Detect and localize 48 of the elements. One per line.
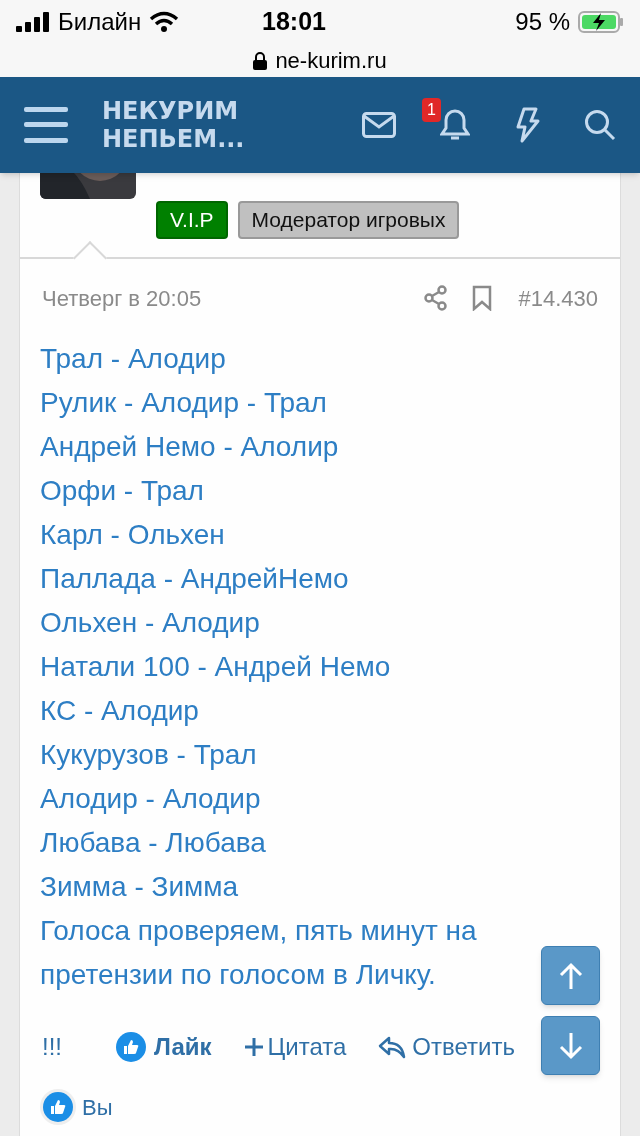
post-text-line: Любава - Любава — [40, 826, 267, 860]
post-text-line: Голоса проверяем, пять минут на претензии по голосом в Личку. — [40, 914, 478, 992]
lock-icon — [253, 51, 268, 70]
battery-charging-icon — [578, 11, 624, 33]
post-number[interactable]: #14.430 — [518, 281, 598, 315]
user-badge: V.I.P — [156, 201, 228, 239]
notification-count: 1 — [422, 98, 441, 122]
post-text-line: Орфи - Трал — [40, 474, 205, 508]
search-icon[interactable] — [584, 109, 616, 141]
like-button[interactable]: Лайк — [116, 1029, 212, 1065]
scroll-up-button[interactable] — [541, 946, 600, 1005]
thumbs-up-icon — [40, 1089, 76, 1125]
post-text-line: Зимма - Зимма — [40, 870, 240, 904]
share-icon[interactable] — [424, 285, 449, 311]
post-text-line: Карл - Ольхен — [40, 518, 226, 552]
post-text-line: Ольхен - Алодир — [40, 606, 261, 640]
post-text-line: КС - Алодир — [40, 694, 200, 728]
mail-icon[interactable] — [362, 112, 396, 138]
site-logo[interactable]: НЕКУРИМ НЕПЬЕМ... — [102, 97, 245, 153]
reaction-users[interactable]: Вы — [82, 1090, 113, 1124]
clock-time: 18:01 — [262, 6, 326, 38]
arrow-down-icon — [558, 1031, 583, 1060]
user-badge: Модератор игровых — [237, 201, 460, 239]
signal-icon — [16, 12, 50, 32]
post-text-line: Кукурузов - Трал — [40, 738, 258, 772]
post-text-line: Паллада - АндрейНемо — [40, 562, 350, 596]
thumbs-up-icon — [116, 1032, 146, 1062]
battery-percent: 95 % — [515, 7, 570, 37]
extra-text: !!! — [42, 1032, 63, 1062]
address-text[interactable]: ne-kurim.ru — [275, 44, 387, 77]
arrow-up-icon — [558, 961, 583, 990]
post-date[interactable]: Четверг в 20:05 — [42, 281, 202, 315]
post-text-line: Трал - Алодир — [40, 342, 227, 376]
lightning-icon[interactable] — [514, 107, 540, 143]
post-text-line: Рулик - Алодир - Трал — [40, 386, 328, 420]
post-text-line: Андрей Немо - Алолир — [40, 430, 340, 464]
bell-icon[interactable] — [440, 108, 470, 142]
menu-icon[interactable] — [24, 107, 68, 143]
wifi-icon — [149, 11, 180, 33]
post-text-line: Алодир - Алодир — [40, 782, 262, 816]
plus-icon — [243, 1037, 264, 1057]
reply-arrow-icon — [378, 1035, 407, 1059]
scroll-down-button[interactable] — [541, 1016, 600, 1075]
quote-button[interactable]: Цитата — [243, 1029, 347, 1065]
bookmark-icon[interactable] — [472, 285, 493, 311]
reply-button[interactable]: Ответить — [378, 1029, 515, 1065]
carrier-name: Билайн — [58, 7, 142, 37]
post-text-line: Натали 100 - Андрей Немо — [40, 650, 392, 684]
